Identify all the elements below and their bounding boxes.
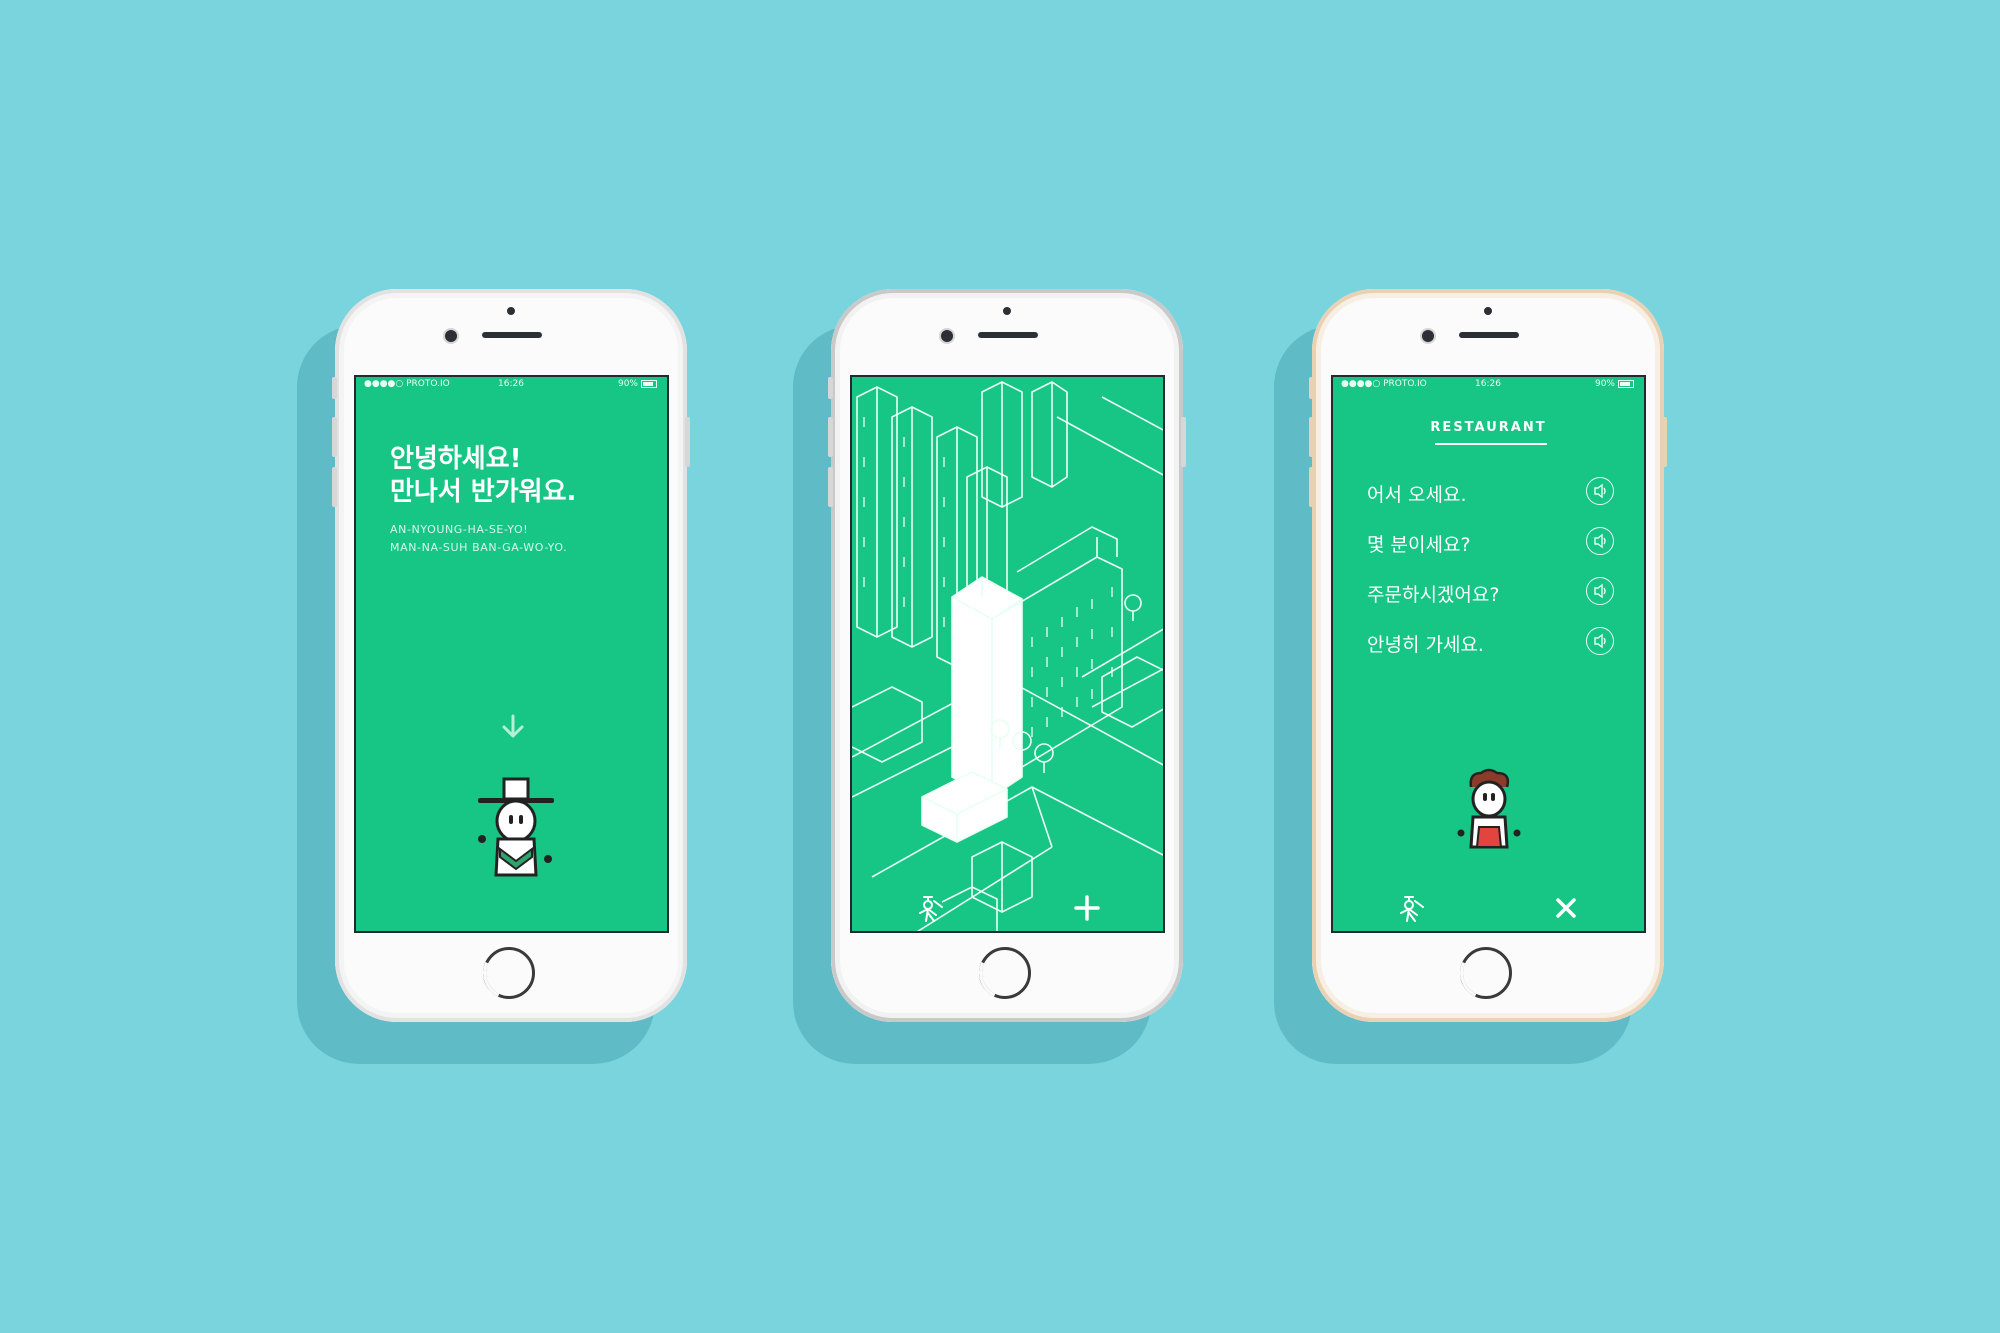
time-label: 16:26 <box>498 379 524 389</box>
category-title: RESTAURANT <box>1430 420 1547 435</box>
proximity-sensor <box>1484 307 1492 315</box>
scholar-character-icon[interactable] <box>476 777 556 877</box>
volume-up-button <box>1309 417 1314 457</box>
character-icon[interactable] <box>916 893 946 923</box>
volume-down-button <box>1309 467 1314 507</box>
mute-switch <box>332 377 337 399</box>
speaker-icon[interactable] <box>1586 527 1614 555</box>
phrase-item[interactable]: 몇 분이세요? <box>1367 530 1471 557</box>
battery-label: 90% <box>1594 379 1615 389</box>
speaker-icon[interactable] <box>1586 477 1614 505</box>
front-camera <box>941 330 953 342</box>
romanization-line-2: MAN-NA-SUH BAN-GA-WO-YO. <box>390 541 568 554</box>
category-underline <box>1435 443 1547 445</box>
power-button <box>1662 417 1667 467</box>
speaker-icon[interactable] <box>1586 577 1614 605</box>
phrase-item[interactable]: 어서 오세요. <box>1367 480 1466 507</box>
mute-switch <box>828 377 833 399</box>
greeting-line-1: 안녕하세요! <box>390 444 522 474</box>
greeting-heading: 안녕하세요! 만나서 반가워요. <box>390 443 576 509</box>
phone-city-map <box>828 289 1186 1022</box>
romanization-text: AN-NYOUNG-HA-SE-YO! MAN-NA-SUH BAN-GA-WO… <box>390 521 567 557</box>
home-button[interactable] <box>979 947 1031 999</box>
battery-icon <box>641 379 657 388</box>
greeting-screen: ●●●●○ PROTO.IO 16:26 90% 안녕하세요! 만나서 반가워요… <box>354 375 669 933</box>
power-button <box>1181 417 1186 467</box>
front-camera <box>445 330 457 342</box>
proximity-sensor <box>507 307 515 315</box>
earpiece-speaker <box>482 332 542 338</box>
waiter-character-icon[interactable] <box>1457 767 1521 849</box>
volume-up-button <box>332 417 337 457</box>
phrase-item[interactable]: 주문하시겠어요? <box>1367 580 1499 607</box>
city-map-screen <box>850 375 1165 933</box>
phone-greeting: ●●●●○ PROTO.IO 16:26 90% 안녕하세요! 만나서 반가워요… <box>332 289 690 1022</box>
close-icon[interactable] <box>1555 897 1577 919</box>
front-camera <box>1422 330 1434 342</box>
restaurant-screen: ●●●●○ PROTO.IO 16:26 90% RESTAURANT 어서 오… <box>1331 375 1646 933</box>
home-button[interactable] <box>483 947 535 999</box>
proximity-sensor <box>1003 307 1011 315</box>
volume-up-button <box>828 417 833 457</box>
volume-down-button <box>332 467 337 507</box>
status-bar: ●●●●○ PROTO.IO 16:26 90% <box>356 377 667 391</box>
battery-label: 90% <box>617 379 638 389</box>
power-button <box>685 417 690 467</box>
romanization-line-1: AN-NYOUNG-HA-SE-YO! <box>390 523 529 536</box>
plus-icon[interactable] <box>1074 895 1100 921</box>
earpiece-speaker <box>978 332 1038 338</box>
showcase-stage: ●●●●○ PROTO.IO 16:26 90% 안녕하세요! 만나서 반가워요… <box>0 0 2000 1333</box>
home-button[interactable] <box>1460 947 1512 999</box>
battery-indicator: 90% <box>1595 379 1634 389</box>
phone-restaurant: ●●●●○ PROTO.IO 16:26 90% RESTAURANT 어서 오… <box>1309 289 1667 1022</box>
status-bar: ●●●●○ PROTO.IO 16:26 90% <box>1333 377 1644 391</box>
earpiece-speaker <box>1459 332 1519 338</box>
phrase-item[interactable]: 안녕히 가세요. <box>1367 630 1484 657</box>
speaker-icon[interactable] <box>1586 627 1614 655</box>
isometric-city-map[interactable] <box>852 377 1165 933</box>
greeting-line-2: 만나서 반가워요. <box>390 477 577 507</box>
arrow-down-icon[interactable] <box>501 714 525 740</box>
time-label: 16:26 <box>1475 379 1501 389</box>
battery-indicator: 90% <box>618 379 657 389</box>
battery-icon <box>1618 379 1634 388</box>
carrier-label: ●●●●○ PROTO.IO <box>1341 379 1427 389</box>
volume-down-button <box>828 467 833 507</box>
carrier-label: ●●●●○ PROTO.IO <box>364 379 450 389</box>
character-icon[interactable] <box>1397 893 1427 923</box>
mute-switch <box>1309 377 1314 399</box>
